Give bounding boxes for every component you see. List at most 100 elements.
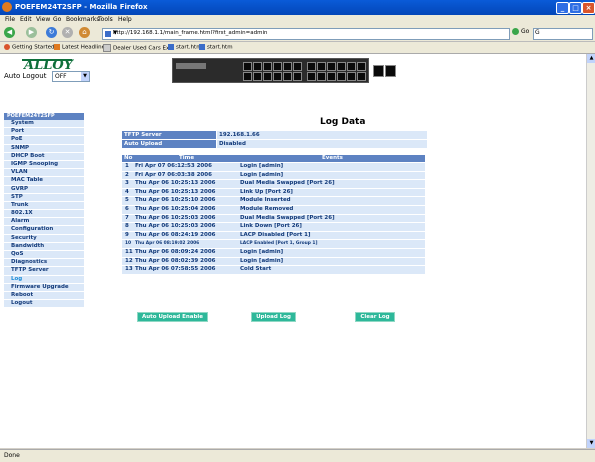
log-event: Link Up [Port 26]	[240, 188, 293, 195]
menu-view[interactable]: View	[36, 16, 50, 23]
menu-go[interactable]: Go	[53, 16, 61, 23]
sidebar-item-system[interactable]: System	[4, 120, 84, 129]
sidebar-item-poe[interactable]: PoE	[4, 136, 84, 145]
search-input[interactable]: G	[533, 28, 593, 40]
window-title-bar: POEFEM24T2SFP - Mozilla Firefox _ □ ×	[0, 0, 595, 15]
bookmark-start-2[interactable]: start.htm	[199, 44, 233, 51]
menu-help[interactable]: Help	[118, 16, 132, 23]
ethernet-port-icon	[253, 62, 262, 71]
switch-model-plate	[176, 63, 206, 69]
bookmark-start-1[interactable]: start.htm	[168, 44, 202, 51]
ethernet-port-icon	[327, 72, 336, 81]
sidebar-item-reboot[interactable]: Reboot	[4, 291, 84, 301]
forward-icon[interactable]: ▶	[26, 27, 37, 38]
switch-panel-image	[172, 58, 396, 83]
vertical-scrollbar[interactable]: ▲ ▼	[586, 54, 595, 448]
sidebar-item-alarm[interactable]: Alarm	[4, 218, 84, 227]
log-event: LACP Disabled [Port 1]	[240, 231, 311, 238]
log-table-header: No Time Events	[122, 155, 425, 162]
address-bar[interactable]: http://192.168.1.1/main_frame.html?first…	[102, 28, 510, 40]
chevron-down-icon[interactable]: ▼	[113, 30, 119, 38]
log-time: Thu Apr 06 08:24:19 2006	[135, 231, 216, 238]
log-row: 11 Thu Apr 06 08:09:24 2006 Login [admin]	[122, 247, 425, 257]
sidebar-item-qos[interactable]: QoS	[4, 251, 84, 260]
page-icon	[199, 44, 205, 50]
ethernet-port-icon	[327, 62, 336, 71]
back-icon[interactable]: ◀	[4, 27, 15, 38]
home-icon[interactable]: ⌂	[79, 27, 90, 38]
sidebar-item-stp[interactable]: STP	[4, 193, 84, 202]
log-event: Dual Media Swapped [Port 26]	[240, 180, 335, 187]
scroll-down-icon[interactable]: ▼	[587, 439, 595, 448]
menu-tools[interactable]: Tools	[98, 16, 113, 23]
sidebar-item-802-1x[interactable]: 802.1X	[4, 210, 84, 219]
sidebar-menu: POEFEM24T2SFP System Port PoE SNMP DHCP Boot…	[4, 113, 84, 309]
clear-log-button[interactable]: Clear Log	[355, 312, 395, 322]
close-button[interactable]: ×	[582, 2, 595, 14]
sidebar-item-dhcp-boot[interactable]: DHCP Boot	[4, 152, 84, 161]
auto-upload-value: Disabled	[217, 140, 427, 148]
sidebar-item-security[interactable]: Security	[4, 234, 84, 243]
sfp-port-icon	[373, 65, 384, 77]
header-events: Events	[322, 155, 343, 161]
sidebar-item-bandwidth[interactable]: Bandwidth	[4, 242, 84, 251]
sidebar-item-vlan[interactable]: VLAN	[4, 169, 84, 178]
log-event: Login [admin]	[240, 248, 284, 255]
log-no: 2	[125, 171, 129, 178]
sidebar-item-configuration[interactable]: Configuration	[4, 226, 84, 235]
log-row: 5 Thu Apr 06 10:25:10 2006 Module Inserted	[122, 196, 425, 205]
auto-logout-label: Auto Logout	[4, 72, 47, 80]
menu-edit[interactable]: Edit	[20, 16, 32, 23]
log-time: Thu Apr 06 10:25:04 2006	[135, 205, 216, 212]
reload-icon[interactable]: ↻	[46, 27, 57, 38]
bookmarks-toolbar: Getting Started Latest Headlines Dealer …	[0, 42, 595, 54]
menu-bookmarks[interactable]: Bookmarks	[66, 16, 100, 23]
auto-upload-enable-button[interactable]: Auto Upload Enable	[137, 312, 208, 322]
sidebar-item-mac-table[interactable]: MAC Table	[4, 177, 84, 186]
sidebar-item-igmp-snooping[interactable]: IGMP Snooping	[4, 160, 84, 170]
upload-log-button[interactable]: Upload Log	[251, 312, 296, 322]
maximize-button[interactable]: □	[569, 2, 582, 14]
log-row: 9 Thu Apr 06 08:24:19 2006 LACP Disabled […	[122, 230, 425, 240]
sidebar-item-logout[interactable]: Logout	[4, 300, 84, 309]
auto-logout-select[interactable]: OFF ▼	[52, 71, 90, 82]
log-row: 8 Thu Apr 06 10:25:03 2006 Link Down [Port…	[122, 222, 425, 231]
bookmark-label: Latest Headlines	[62, 44, 108, 51]
sidebar-item-diagnostics[interactable]: Diagnostics	[4, 259, 84, 268]
bookmark-getting-started[interactable]: Getting Started	[4, 44, 55, 51]
log-time: Thu Apr 06 10:25:10 2006	[135, 197, 216, 204]
sidebar-item-log[interactable]: Log	[4, 275, 84, 284]
log-no: 9	[125, 231, 129, 238]
log-time: Thu Apr 06 10:25:13 2006	[135, 188, 216, 195]
menu-file[interactable]: File	[5, 16, 15, 23]
bookmark-label: Dealer Used Cars Ex...	[113, 45, 175, 52]
log-row: 2 Fri Apr 07 06:03:38 2006 Login [admin]	[122, 170, 425, 180]
log-event: Login [admin]	[240, 171, 284, 178]
bookmark-latest-headlines[interactable]: Latest Headlines	[54, 44, 108, 51]
go-button[interactable]: Go	[512, 28, 529, 35]
log-time: Fri Apr 07 06:12:53 2006	[135, 163, 212, 169]
log-time: Thu Apr 06 08:19:02 2006	[135, 241, 200, 247]
stop-icon[interactable]: ✕	[62, 27, 73, 38]
auto-upload-label: Auto Upload	[122, 140, 216, 148]
ethernet-port-icon	[283, 62, 292, 71]
log-event: Cold Start	[240, 266, 272, 273]
sidebar-item-snmp[interactable]: SNMP	[4, 144, 84, 153]
ethernet-port-icon	[273, 62, 282, 71]
ethernet-port-icon	[317, 62, 326, 71]
sidebar-item-gvrp[interactable]: GVRP	[4, 185, 84, 194]
sidebar-item-port[interactable]: Port	[4, 128, 84, 137]
sidebar-item-firmware-upgrade[interactable]: Firmware Upgrade	[4, 283, 84, 292]
firefox-icon	[4, 44, 10, 50]
scroll-up-icon[interactable]: ▲	[587, 54, 595, 63]
sidebar-item-trunk[interactable]: Trunk	[4, 201, 84, 211]
bookmark-dealer-used-cars[interactable]: Dealer Used Cars Ex...	[103, 44, 175, 52]
ethernet-port-icon	[347, 72, 356, 81]
ethernet-port-icon	[337, 72, 346, 81]
sidebar-item-tftp-server[interactable]: TFTP Server	[4, 267, 84, 276]
minimize-button[interactable]: _	[556, 2, 569, 14]
navigation-toolbar: ◀ ▶ ↻ ✕ ⌂ http://192.168.1.1/main_frame.…	[0, 25, 595, 42]
log-event: LACP Enabled [Port 1, Group 1]	[240, 241, 318, 247]
log-table: No Time Events 1 Fri Apr 07 06:12:53 2006…	[122, 155, 425, 274]
log-row: 3 Thu Apr 06 10:25:13 2006 Dual Media Swap…	[122, 179, 425, 188]
